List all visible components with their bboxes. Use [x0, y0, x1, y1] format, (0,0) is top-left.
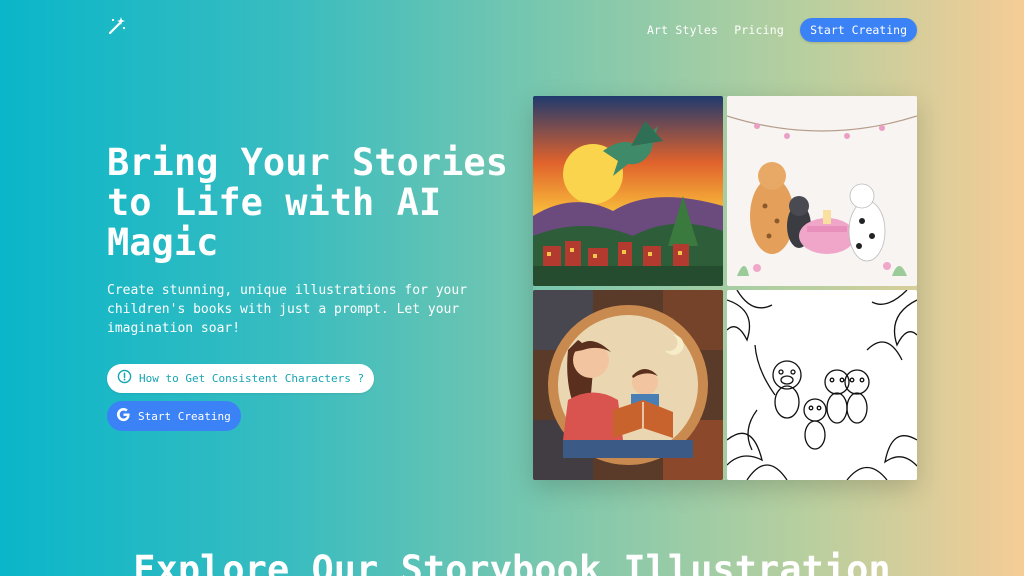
- animals-tea-party-image[interactable]: [727, 96, 917, 286]
- consistent-characters-label: How to Get Consistent Characters ?: [139, 372, 365, 385]
- google-icon: [116, 407, 131, 426]
- nav-link-art-styles[interactable]: Art Styles: [647, 23, 718, 37]
- start-creating-button[interactable]: Start Creating: [107, 401, 241, 431]
- mother-child-reading-image[interactable]: [533, 290, 723, 480]
- start-creating-label: Start Creating: [138, 409, 231, 423]
- nav-link-pricing[interactable]: Pricing: [734, 23, 784, 37]
- nav-links: Art Styles Pricing Start Creating: [647, 18, 917, 42]
- top-nav: Art Styles Pricing Start Creating: [0, 0, 1024, 58]
- magic-wand-icon[interactable]: [107, 16, 127, 36]
- dragon-sunset-village-image[interactable]: [533, 96, 723, 286]
- illustration-gallery: [533, 96, 917, 480]
- monkeys-coloring-page-image[interactable]: [727, 290, 917, 480]
- consistent-characters-button[interactable]: How to Get Consistent Characters ?: [107, 364, 375, 393]
- nav-start-creating-button[interactable]: Start Creating: [800, 18, 917, 42]
- hero-title: Bring Your Stories to Life with AI Magic: [107, 141, 508, 264]
- info-circle-icon: [117, 369, 132, 388]
- section-title: Explore Our Storybook Illustration: [133, 548, 891, 576]
- hero-subtitle: Create stunning, unique illustrations fo…: [107, 283, 468, 336]
